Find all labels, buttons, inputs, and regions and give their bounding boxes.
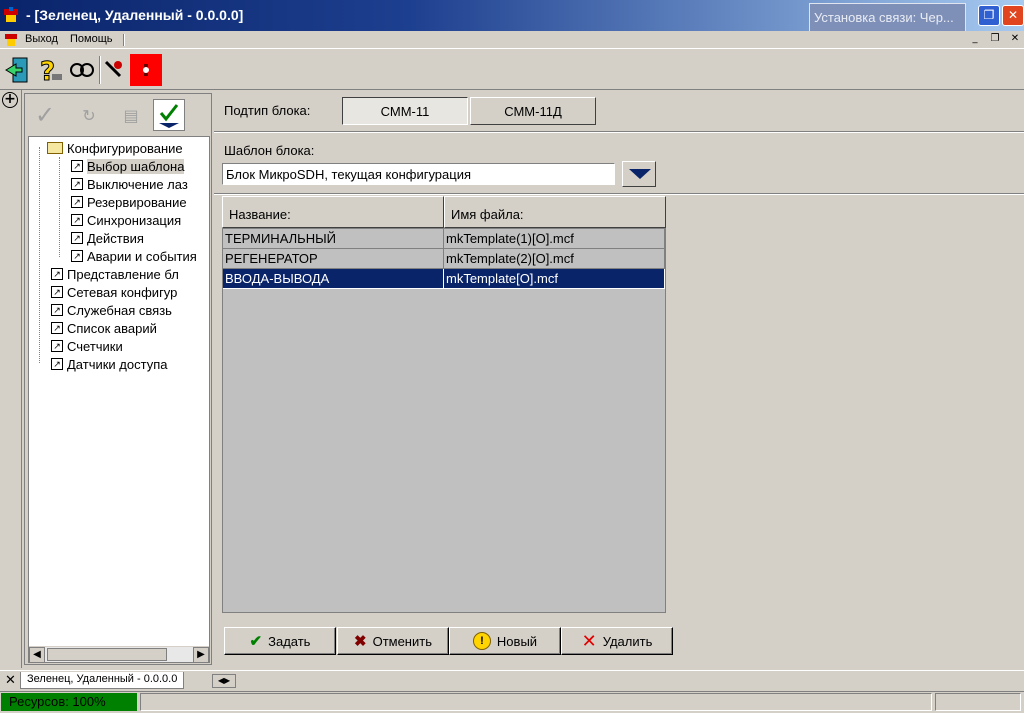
cell-name: ВВОДА-ВЫВОДА	[223, 269, 444, 289]
shortcut-icon: ↗	[51, 358, 63, 370]
tree-node-root[interactable]: Конфигурирование	[35, 139, 183, 157]
window-title: - [Зеленец, Удаленный - 0.0.0.0]	[26, 7, 244, 23]
new-button[interactable]: ! Новый	[449, 627, 561, 655]
folder-open-icon	[47, 142, 63, 154]
shortcut-icon: ↗	[71, 178, 83, 190]
trash-icon[interactable]: ▤	[115, 99, 147, 131]
title-bar: - [Зеленец, Удаленный - 0.0.0.0] Установ…	[0, 0, 1024, 32]
main-panel: Подтип блока: СММ-11 СММ-11Д Шаблон блок…	[214, 93, 1024, 665]
tree-item-access-sensors[interactable]: ↗ Датчики доступа	[51, 355, 167, 373]
menu-help[interactable]: Помощь	[70, 33, 113, 45]
mdi-minimize-icon[interactable]: _	[968, 33, 982, 46]
mdi-tab-bar: ✕ Зеленец, Удаленный - 0.0.0.0 ◀▶	[0, 670, 1024, 690]
tree-view[interactable]: Конфигурирование ↗ Выбор шаблона ↗ Выклю…	[28, 136, 210, 663]
tree-item-counters[interactable]: ↗ Счетчики	[51, 337, 123, 355]
tree-panel: ✓ ↻ ▤ Конфигурирование ↗ Выбор шаблона ↗…	[24, 93, 212, 665]
connect-window-tab[interactable]: Установка связи: Чер...	[809, 3, 966, 32]
subtype-button-smm11[interactable]: СММ-11	[342, 97, 468, 125]
shortcut-icon: ↗	[71, 232, 83, 244]
zoom-in-icon[interactable]: +	[2, 92, 18, 108]
delete-x-icon: ✕	[581, 630, 597, 651]
cancel-button[interactable]: ✖ Отменить	[337, 627, 449, 655]
chevron-down-icon	[629, 169, 651, 179]
tree-horizontal-scrollbar[interactable]: ◀ ▶	[29, 646, 209, 662]
set-button[interactable]: ✔ Задать	[224, 627, 336, 655]
menu-separator	[123, 34, 125, 46]
status-panel	[140, 693, 932, 711]
tree-item-alarms-events[interactable]: ↗ Аварии и события	[71, 247, 197, 265]
cell-file: mkTemplate[O].mcf	[444, 269, 665, 289]
tree-item-redundancy[interactable]: ↗ Резервирование	[71, 193, 187, 211]
scroll-left-icon[interactable]: ◀	[29, 647, 45, 662]
shortcut-icon: ↗	[71, 250, 83, 262]
tree-item-block-view[interactable]: ↗ Представление бл	[51, 265, 179, 283]
checkmark-icon: ✔	[249, 633, 263, 650]
new-star-icon: !	[472, 632, 491, 650]
tab-active-window[interactable]: Зеленец, Удаленный - 0.0.0.0	[20, 672, 185, 689]
refresh-icon[interactable]: ↻	[73, 99, 105, 131]
shortcut-icon: ↗	[71, 196, 83, 208]
status-bar: Ресурсов: 100%	[0, 691, 1024, 713]
mdi-close-icon[interactable]: ✕	[1008, 33, 1022, 46]
app-icon[interactable]	[2, 6, 20, 24]
tree-item-actions[interactable]: ↗ Действия	[71, 229, 144, 247]
table-row-selected[interactable]: ВВОДА-ВЫВОДА mkTemplate[O].mcf	[223, 269, 665, 289]
shortcut-icon: ↗	[51, 322, 63, 334]
shortcut-icon: ↗	[51, 304, 63, 316]
restore-icon[interactable]: ❐	[978, 5, 1000, 26]
cell-name: РЕГЕНЕРАТОР	[223, 249, 444, 269]
table-row[interactable]: ТЕРМИНАЛЬНЫЙ mkTemplate(1)[O].mcf	[223, 229, 665, 249]
shortcut-icon: ↗	[51, 268, 63, 280]
divider	[214, 193, 1024, 195]
tree-item-alarm-list[interactable]: ↗ Список аварий	[51, 319, 157, 337]
shortcut-icon: ↗	[51, 286, 63, 298]
status-resources: Ресурсов: 100%	[1, 693, 137, 711]
scroll-thumb[interactable]	[47, 648, 167, 661]
table-row[interactable]: РЕГЕНЕРАТОР mkTemplate(2)[O].mcf	[223, 249, 665, 269]
cell-name: ТЕРМИНАЛЬНЫЙ	[223, 229, 444, 249]
tree-item-service-link[interactable]: ↗ Служебная связь	[51, 301, 172, 319]
cell-file: mkTemplate(2)[O].mcf	[444, 249, 665, 269]
exit-door-icon[interactable]	[2, 54, 34, 86]
main-toolbar: ?	[0, 50, 1024, 90]
menu-exit[interactable]: Выход	[25, 33, 58, 45]
subtype-button-smm11d[interactable]: СММ-11Д	[470, 97, 596, 125]
scroll-right-icon[interactable]: ▶	[193, 647, 209, 662]
shortcut-icon: ↗	[71, 160, 83, 172]
left-dock-strip: +	[0, 90, 22, 668]
settings-tools-icon[interactable]	[98, 54, 130, 86]
column-header-name[interactable]: Название:	[222, 196, 444, 228]
divider	[214, 131, 1024, 133]
template-table: ТЕРМИНАЛЬНЫЙ mkTemplate(1)[O].mcf РЕГЕНЕ…	[222, 228, 666, 613]
tab-close-icon[interactable]: ✕	[5, 673, 16, 688]
tree-item-sync[interactable]: ↗ Синхронизация	[71, 211, 181, 229]
menu-bar: Выход Помощь _ ❐ ✕	[0, 31, 1024, 49]
delete-button[interactable]: ✕ Удалить	[561, 627, 673, 655]
tab-scroll-icon[interactable]: ◀▶	[212, 674, 236, 688]
mdi-restore-icon[interactable]: ❐	[988, 33, 1002, 46]
tree-toolbar: ✓ ↻ ▤	[25, 94, 211, 136]
cell-file: mkTemplate(1)[O].mcf	[444, 229, 665, 249]
shortcut-icon: ↗	[51, 340, 63, 352]
cross-icon: ✖	[354, 633, 367, 650]
connect-plug-icon[interactable]	[66, 54, 98, 86]
status-panel	[935, 693, 1021, 711]
template-field[interactable]: Блок МикроSDH, текущая конфигурация	[222, 163, 615, 185]
tree-item-laser-off[interactable]: ↗ Выключение лаз	[71, 175, 188, 193]
shortcut-icon: ↗	[71, 214, 83, 226]
alarm-red-icon[interactable]	[130, 54, 162, 86]
close-icon[interactable]: ✕	[1002, 5, 1024, 26]
help-question-icon[interactable]: ?	[34, 54, 66, 86]
apply-check-icon[interactable]: ✓	[29, 99, 61, 131]
template-dropdown-button[interactable]	[622, 161, 656, 187]
template-label: Шаблон блока:	[224, 143, 315, 158]
app-menu-icon[interactable]	[3, 32, 19, 48]
table-header: Название: Имя файла:	[222, 196, 1010, 228]
tree-item-template-select[interactable]: ↗ Выбор шаблона	[71, 157, 185, 175]
subtype-label: Подтип блока:	[224, 103, 311, 118]
column-header-file[interactable]: Имя файла:	[444, 196, 666, 228]
download-check-icon[interactable]	[153, 99, 185, 131]
tree-item-network-config[interactable]: ↗ Сетевая конфигур	[51, 283, 177, 301]
